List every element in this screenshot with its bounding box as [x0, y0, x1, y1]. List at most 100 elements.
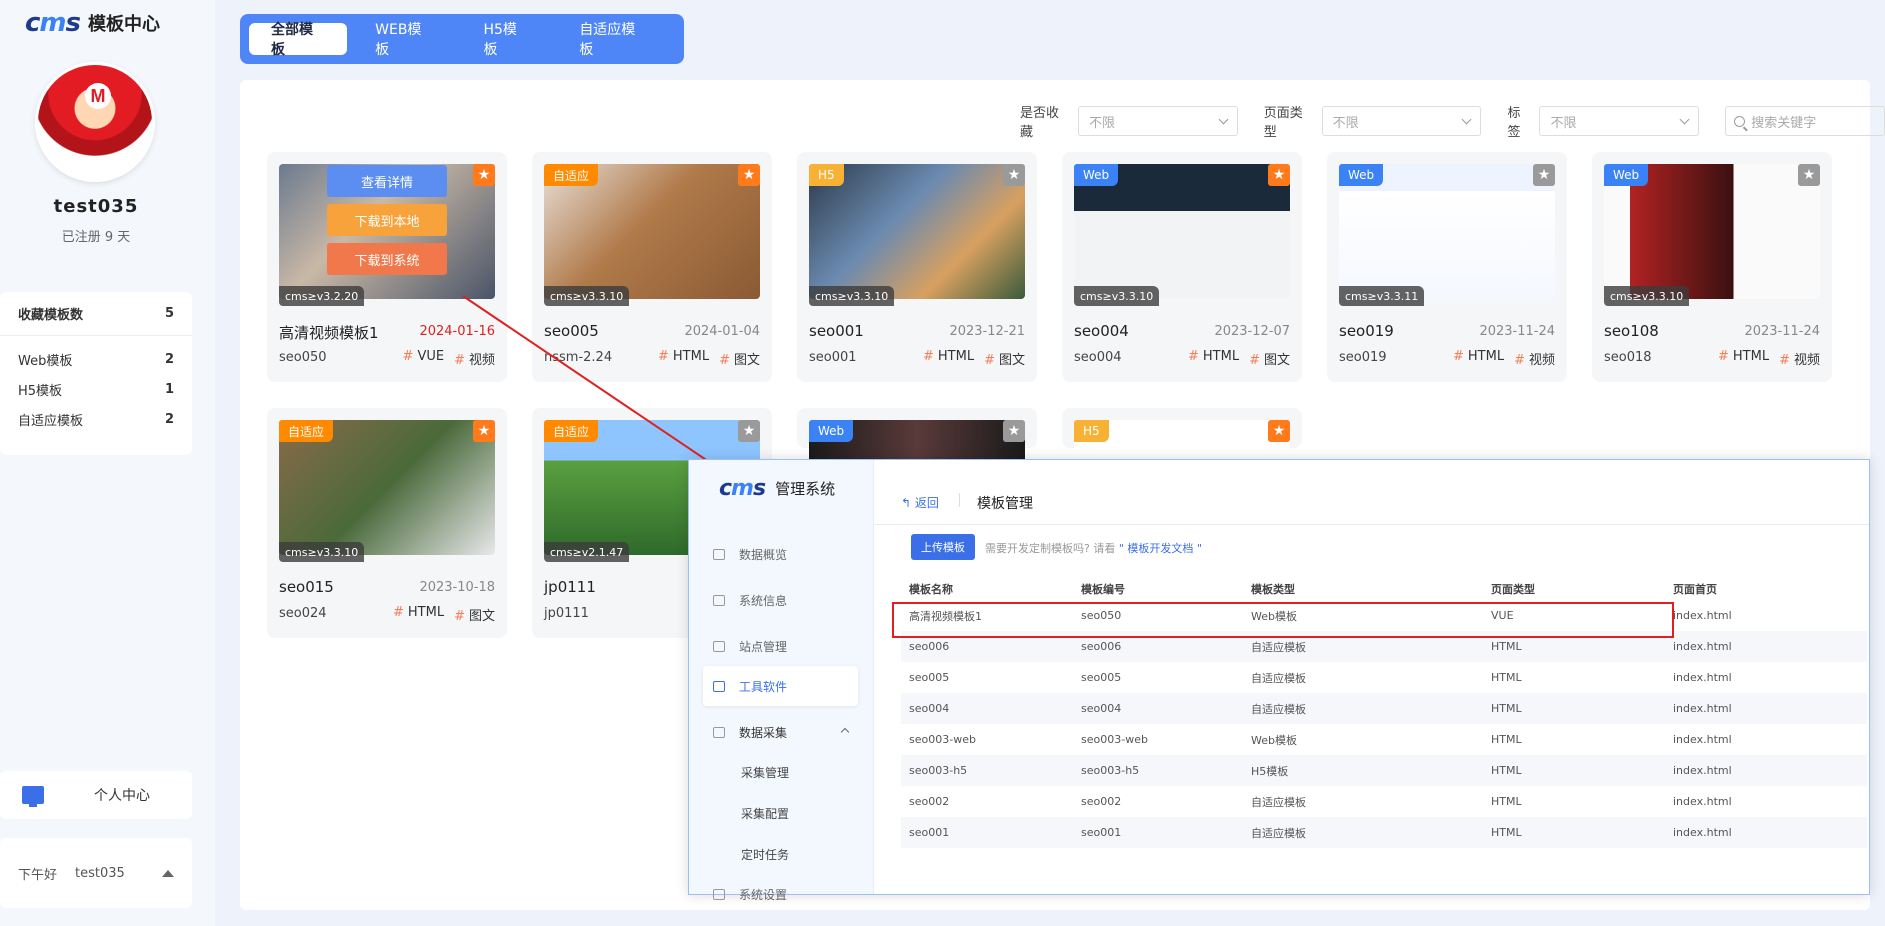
favorites-header: 收藏模板数 5 — [0, 292, 192, 336]
table-cell: seo006 — [1081, 640, 1122, 653]
tag[interactable]: # 图文 — [984, 349, 1025, 368]
nav-site-manage[interactable]: 站点管理 — [703, 626, 858, 666]
search-input[interactable]: 搜索关键字 — [1725, 106, 1885, 136]
nav-collect-manage[interactable]: 采集管理 — [703, 752, 858, 792]
table-cell: seo003-h5 — [909, 764, 968, 777]
template-title[interactable]: 高清视频模板1 — [279, 322, 379, 343]
nav-scheduled-tasks[interactable]: 定时任务 — [703, 834, 858, 874]
tag-label: HTML — [1202, 349, 1240, 364]
table-cell: seo005 — [909, 671, 950, 684]
template-title[interactable]: seo015 — [279, 578, 334, 596]
search-placeholder: 搜索关键字 — [1751, 115, 1817, 131]
nav-label: 数据概览 — [739, 547, 788, 562]
download-system-button[interactable]: 下载到系统 — [327, 243, 447, 275]
brand-logo: cms 模板中心 — [25, 8, 160, 38]
tab-web[interactable]: WEB模板 — [353, 22, 455, 58]
tag[interactable]: # 图文 — [1249, 349, 1290, 368]
table-cell: HTML — [1491, 733, 1522, 746]
template-card[interactable]: Web ★ cms≥v3.3.10 seo108 2023-11-24 seo018 # HT… — [1592, 152, 1832, 382]
table-row[interactable]: seo003-web seo003-web Web模板 HTML index.html — [901, 724, 1867, 755]
tag-label: 图文 — [998, 353, 1025, 368]
template-code: seo018 — [1604, 350, 1652, 365]
template-date: 2023-11-24 — [1744, 324, 1820, 339]
dev-doc-link[interactable]: " 模板开发文档 " — [1119, 542, 1202, 555]
table-row[interactable]: seo003-h5 seo003-h5 H5模板 HTML index.html — [901, 755, 1867, 786]
nav-system-info[interactable]: 系统信息 — [703, 580, 858, 620]
username: test035 — [53, 196, 139, 217]
favorite-star-icon[interactable]: ★ — [1268, 164, 1290, 186]
tag[interactable]: # 视频 — [1514, 349, 1555, 368]
download-local-button[interactable]: 下载到本地 — [327, 204, 447, 236]
caret-up-icon[interactable] — [162, 869, 174, 877]
nav-tools[interactable]: 工具软件 — [703, 666, 858, 706]
tag[interactable]: # HTML — [923, 349, 974, 368]
view-detail-button[interactable]: 查看详情 — [327, 165, 447, 197]
tag[interactable]: # 视频 — [1779, 349, 1820, 368]
template-code: seo050 — [279, 350, 327, 365]
back-label: 返回 — [914, 496, 939, 510]
favorites-item-h5[interactable]: H5模板 1 — [0, 374, 192, 404]
nav-system-settings[interactable]: 系统设置 — [703, 874, 858, 914]
version-badge: cms≥v3.3.10 — [1074, 286, 1160, 306]
table-row[interactable]: seo004 seo004 自适应模板 HTML index.html — [901, 693, 1867, 724]
tag[interactable]: # HTML — [1188, 349, 1239, 368]
template-card[interactable]: Web ★ cms≥v3.3.11 seo019 2023-11-24 seo019 # HT… — [1327, 152, 1567, 382]
tab-all[interactable]: 全部模板 — [249, 22, 348, 58]
type-badge: Web — [1339, 164, 1384, 186]
monitor-icon — [22, 786, 44, 807]
favorite-star-icon[interactable]: ★ — [473, 164, 495, 186]
favorites-item-web[interactable]: Web模板 2 — [0, 344, 192, 374]
tag-label: HTML — [1732, 349, 1770, 364]
template-card[interactable]: H5 ★ — [1062, 408, 1302, 555]
nav-label: 采集管理 — [741, 765, 790, 780]
template-title[interactable]: jp0111 — [544, 578, 596, 596]
favorites-item-adaptive[interactable]: 自适应模板 2 — [0, 404, 192, 434]
tag[interactable]: # 图文 — [454, 605, 495, 624]
filter-fav-select[interactable]: 不限 — [1077, 106, 1238, 136]
tag[interactable]: # HTML — [393, 605, 444, 624]
tab-adaptive[interactable]: 自适应模板 — [557, 22, 669, 58]
highlight-box — [892, 602, 1674, 638]
favorite-star-icon[interactable]: ★ — [1798, 164, 1820, 186]
template-title[interactable]: seo004 — [1074, 322, 1129, 340]
template-card[interactable]: Web ★ cms≥v3.3.10 seo004 2023-12-07 seo004 # HT… — [1062, 152, 1302, 382]
template-title[interactable]: seo019 — [1339, 322, 1394, 340]
filter-tag-select[interactable]: 不限 — [1539, 106, 1700, 136]
filter-type-select[interactable]: 不限 — [1321, 106, 1482, 136]
avatar-cap-m: M — [85, 83, 111, 109]
nav-data-overview[interactable]: 数据概览 — [703, 534, 858, 574]
cms-logo: cms — [719, 476, 766, 501]
user-menu[interactable]: 下午好 test035 — [0, 838, 192, 908]
back-link[interactable]: ↰ 返回 — [901, 494, 939, 511]
table-row[interactable]: seo001 seo001 自适应模板 HTML index.html — [901, 817, 1867, 848]
favorite-star-icon[interactable]: ★ — [1003, 164, 1025, 186]
table-row[interactable]: seo005 seo005 自适应模板 HTML index.html — [901, 662, 1867, 693]
admin-page-title: 模板管理 — [977, 496, 1033, 512]
upload-template-button[interactable]: 上传模板 — [911, 534, 975, 560]
tab-h5[interactable]: H5模板 — [461, 22, 551, 58]
avatar[interactable]: M — [35, 62, 155, 182]
favorite-star-icon[interactable]: ★ — [1003, 420, 1025, 442]
template-tabs: 全部模板 WEB模板 H5模板 自适应模板 — [240, 14, 684, 64]
personal-center-button[interactable]: 个人中心 — [0, 771, 192, 819]
col-header: 模板类型 — [1251, 583, 1295, 596]
favorite-star-icon[interactable]: ★ — [1533, 164, 1555, 186]
admin-title: 管理系统 — [775, 480, 836, 498]
version-badge: cms≥v3.3.10 — [279, 542, 365, 562]
tag[interactable]: # HTML — [1718, 349, 1769, 368]
tag[interactable]: # VUE — [403, 349, 445, 368]
table-cell: seo004 — [909, 702, 950, 715]
template-title[interactable]: seo108 — [1604, 322, 1659, 340]
nav-data-collect[interactable]: 数据采集 — [703, 712, 858, 752]
table-cell: seo003-web — [909, 733, 976, 746]
gear-icon — [713, 594, 725, 606]
tag[interactable]: # HTML — [1453, 349, 1504, 368]
nav-label: 定时任务 — [741, 847, 790, 862]
favorite-star-icon[interactable]: ★ — [1268, 420, 1290, 442]
divider — [959, 493, 960, 507]
nav-collect-config[interactable]: 采集配置 — [703, 793, 858, 833]
table-row[interactable]: seo002 seo002 自适应模板 HTML index.html — [901, 786, 1867, 817]
brand-title: 模板中心 — [88, 14, 160, 35]
favorite-star-icon[interactable]: ★ — [738, 164, 760, 186]
tag-label: 图文 — [1263, 353, 1290, 368]
